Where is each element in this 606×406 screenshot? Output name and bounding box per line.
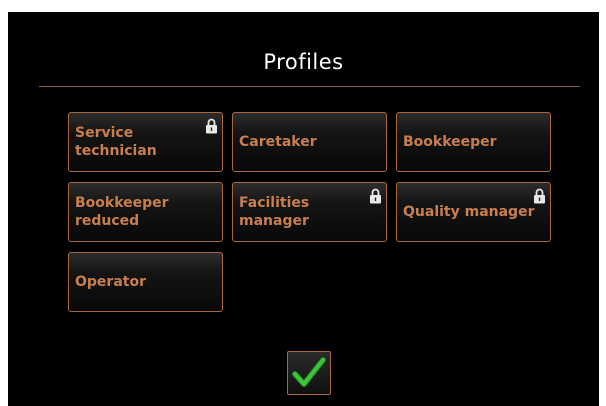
checkmark-icon	[292, 357, 326, 387]
profile-label: Bookkeeper	[403, 134, 497, 150]
confirm-button[interactable]	[287, 351, 331, 395]
profile-quality-manager-button[interactable]: Quality manager	[396, 182, 551, 242]
profile-label: Service technician	[75, 125, 157, 159]
padlock-icon	[534, 188, 545, 204]
padlock-icon	[206, 118, 217, 134]
profile-label: Caretaker	[239, 134, 317, 150]
profile-service-technician-button[interactable]: Service technician	[68, 112, 223, 172]
page-title: Profiles	[263, 50, 344, 74]
profile-label: Quality manager	[403, 204, 535, 220]
profile-label: Operator	[75, 274, 146, 290]
profile-bookkeeper-button[interactable]: Bookkeeper	[396, 112, 551, 172]
title-divider	[39, 86, 580, 87]
padlock-icon	[370, 188, 381, 204]
profile-caretaker-button[interactable]: Caretaker	[232, 112, 387, 172]
profile-label: Bookkeeper reduced	[75, 195, 169, 229]
profiles-screen: Profiles Service technician Caretaker Bo…	[8, 12, 599, 406]
profile-operator-button[interactable]: Operator	[68, 252, 223, 312]
profile-facilities-manager-button[interactable]: Facilities manager	[232, 182, 387, 242]
profile-bookkeeper-reduced-button[interactable]: Bookkeeper reduced	[68, 182, 223, 242]
profile-label: Facilities manager	[239, 195, 310, 229]
